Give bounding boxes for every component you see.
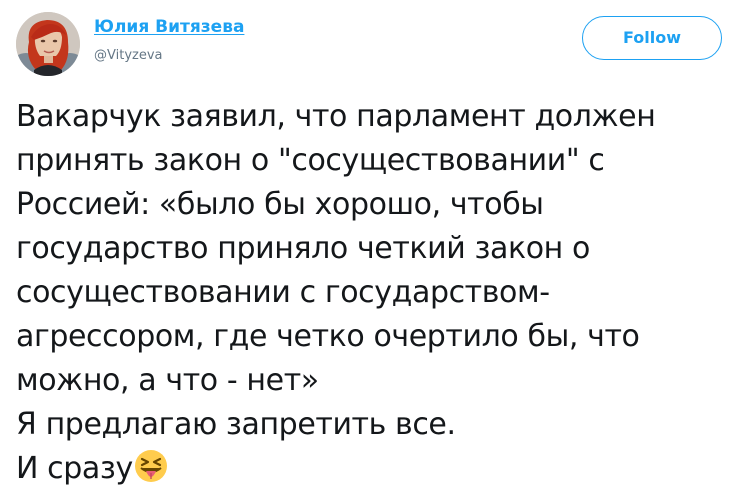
tweet-header: Юлия Витязева @Vityzeva Follow xyxy=(16,8,724,78)
tweet-line: Я предлагаю запретить все. xyxy=(16,407,456,442)
tweet-line: агрессором, где четко очертило бы, что xyxy=(16,319,640,354)
avatar-photo-icon xyxy=(16,12,80,76)
avatar[interactable] xyxy=(16,12,80,76)
author-name-link[interactable]: Юлия Витязева xyxy=(94,17,244,37)
squinting-face-with-tongue-icon xyxy=(134,449,168,483)
tweet-line: можно, а что - нет» xyxy=(16,363,319,398)
tweet-line: Россией: «было бы хорошо, чтобы xyxy=(16,187,544,222)
tweet-last-line: И сразу xyxy=(16,447,726,491)
tweet-line: принять закон о "сосуществовании" с xyxy=(16,143,605,178)
tweet-line: Вакарчук заявил, что парламент должен xyxy=(16,99,656,134)
tweet-line-text: И сразу xyxy=(16,451,133,486)
tweet-line: сосуществовании с государством- xyxy=(16,275,550,310)
tweet-text: Вакарчук заявил, что парламент должен пр… xyxy=(16,95,726,491)
tweet-line: государство приняло четкий закон о xyxy=(16,231,590,266)
follow-button[interactable]: Follow xyxy=(582,16,722,60)
author-handle: @Vityzeva xyxy=(94,48,163,63)
